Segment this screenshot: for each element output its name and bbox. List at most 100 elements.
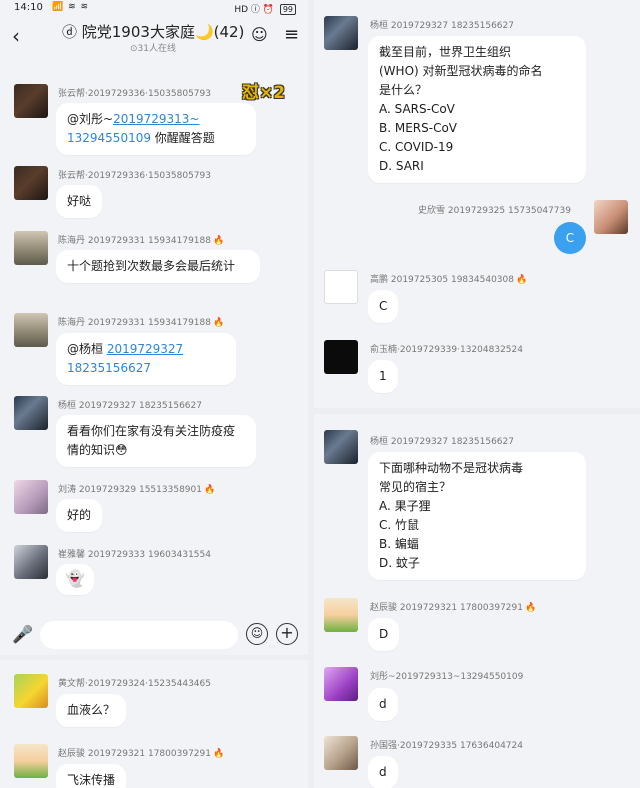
mention-prefix: @刘彤~	[67, 112, 114, 126]
message-bubble[interactable]: 血液么？	[56, 694, 127, 727]
group-hat-icon[interactable]: ☺	[251, 25, 268, 44]
avatar[interactable]	[14, 744, 48, 778]
quiz-option: B. MERS-CoV	[379, 121, 458, 135]
fire-icon: 🔥	[515, 275, 528, 285]
plus-icon[interactable]: +	[276, 623, 298, 645]
sender-name: 孙国强·2019729335 17636404724	[370, 741, 523, 751]
avatar[interactable]	[324, 598, 358, 632]
fire-icon: 🔥	[524, 603, 537, 613]
avatar[interactable]	[14, 545, 48, 579]
message-bubble[interactable]: 好的	[56, 499, 103, 532]
emoji-icon[interactable]: ☺	[246, 623, 268, 645]
sender-name: 赵辰骏 2019729321 17800397291 🔥	[58, 746, 224, 759]
quiz-option: B. 蝙蝠	[379, 537, 419, 551]
avatar[interactable]	[324, 736, 358, 770]
sender-name: 杨桓 2019729327 18235156627	[370, 437, 514, 447]
status-right-icons: HD ⓘ ⏰	[234, 5, 277, 15]
message-bubble[interactable]: D	[368, 618, 400, 651]
message-text: d	[379, 697, 387, 711]
chat-panel-right-bottom: 杨桓 2019729327 18235156627 下面哪种动物不是冠状病毒 常…	[314, 414, 640, 788]
message-bubble[interactable]: @杨桓 2019729327 18235156627	[56, 333, 236, 385]
message-bubble[interactable]: 飞沫传播	[56, 764, 127, 788]
sender-name: 陈海丹 2019729331 15934179188 🔥	[58, 233, 224, 246]
mention-prefix: @杨桓	[67, 342, 107, 356]
chat-panel-left: 14:10 📶 ≋ ≋ HD ⓘ ⏰ 99 ‹ ⓓ 院党1903大家庭🌙(42)…	[0, 0, 308, 655]
fire-icon: 🔥	[203, 485, 216, 495]
phone-link[interactable]: 13294550109	[67, 131, 151, 145]
quiz-line: 常见的宿主？	[379, 480, 452, 494]
message-input[interactable]	[40, 621, 238, 649]
avatar[interactable]	[14, 674, 48, 708]
message-text: D	[379, 627, 389, 641]
quiz-option: A. SARS-CoV	[379, 102, 455, 116]
avatar[interactable]	[14, 396, 48, 430]
back-icon[interactable]: ‹	[12, 24, 20, 48]
message-bubble[interactable]: d	[368, 688, 398, 721]
chat-panel-right-top: 杨桓 2019729327 18235156627 截至目前，世界卫生组织 (W…	[314, 0, 640, 408]
mention-link[interactable]: 2019729313~	[113, 112, 199, 126]
avatar[interactable]	[14, 231, 48, 265]
avatar[interactable]	[14, 480, 48, 514]
sender-name: 刘彤~2019729313~13294550109	[370, 672, 524, 682]
quiz-option: D. 蚊子	[379, 556, 420, 570]
mention-link[interactable]: 2019729327	[107, 342, 183, 356]
message-bubble[interactable]: 看看你们在家有没有关注防疫疫情的知识😳	[56, 415, 256, 467]
avatar[interactable]	[14, 313, 48, 347]
own-message-bubble[interactable]: C	[554, 222, 586, 254]
status-icons: HD ⓘ ⏰ 99	[234, 2, 296, 15]
sender-name-text: 赵辰骏 2019729321 17800397291	[370, 603, 523, 613]
online-count: ⊙31人在线	[130, 44, 176, 54]
sender-name-text: 高鹏 2019725305 19834540308	[370, 275, 514, 285]
sender-name: 高鹏 2019725305 19834540308 🔥	[370, 272, 527, 285]
message-text: C	[379, 299, 388, 313]
avatar[interactable]	[324, 16, 358, 50]
message-text: 血液么？	[67, 703, 116, 717]
quiz-question-bubble[interactable]: 下面哪种动物不是冠状病毒 常见的宿主？ A. 果子狸 C. 竹鼠 B. 蝙蝠 D…	[368, 452, 586, 580]
menu-icon[interactable]: ≡	[284, 24, 299, 45]
status-bar: 14:10 📶 ≋ ≋ HD ⓘ ⏰ 99	[0, 0, 308, 18]
quiz-option: C. COVID-19	[379, 140, 454, 154]
own-avatar[interactable]	[594, 200, 628, 234]
message-text: 你醒醒答题	[150, 131, 215, 145]
microphone-icon[interactable]: 🎤	[12, 625, 33, 645]
message-bubble[interactable]: @刘彤~2019729313~ 13294550109 你醒醒答题	[56, 103, 256, 155]
avatar[interactable]	[324, 430, 358, 464]
message-bubble[interactable]: d	[368, 756, 398, 788]
fire-icon: 🔥	[212, 749, 225, 759]
message-text: C	[565, 231, 575, 245]
avatar[interactable]	[14, 166, 48, 200]
quiz-line: (WHO) 对新型冠状病毒的命名	[379, 64, 543, 78]
quiz-line: 截至目前，世界卫生组织	[379, 45, 512, 59]
chat-panel-left-bottom: 黄文帮·2019729324·15235443465 血液么？ 赵辰骏 2019…	[0, 660, 308, 788]
quiz-option: C. 竹鼠	[379, 518, 420, 532]
flushed-emoji-icon: 😳	[115, 443, 128, 457]
signal-icon: 📶 ≋ ≋	[52, 2, 90, 12]
sender-name: 俞玉楠·2019729339·13204832524	[370, 345, 523, 355]
message-bubble[interactable]: C	[368, 290, 399, 323]
sender-name: 杨桓 2019729327 18235156627	[58, 401, 202, 411]
fire-icon: 🔥	[212, 318, 225, 328]
avatar[interactable]	[324, 340, 358, 374]
avatar[interactable]	[324, 270, 358, 304]
phone-link[interactable]: 18235156627	[67, 361, 151, 375]
message-bubble[interactable]: 好哒	[56, 185, 103, 218]
quiz-line: 下面哪种动物不是冠状病毒	[379, 461, 524, 475]
sender-name-text: 赵辰骏 2019729321 17800397291	[58, 749, 211, 759]
quiz-question-bubble[interactable]: 截至目前，世界卫生组织 (WHO) 对新型冠状病毒的命名 是什么？ A. SAR…	[368, 36, 586, 183]
ghost-sticker-icon: 👻	[65, 569, 85, 588]
message-bubble[interactable]: 👻	[56, 564, 94, 595]
message-bubble[interactable]: 十个题抢到次数最多会最后统计	[56, 250, 260, 283]
sender-name: 崔雅馨 2019729333 19603431554	[58, 550, 211, 560]
message-text: 1	[379, 369, 387, 383]
status-time: 14:10	[14, 2, 43, 13]
sender-name-text: 陈海丹 2019729331 15934179188	[58, 318, 211, 328]
sender-name: 黄文帮·2019729324·15235443465	[58, 679, 211, 689]
message-bubble[interactable]: 1	[368, 360, 398, 393]
sender-name-text: 陈海丹 2019729331 15934179188	[58, 236, 211, 246]
avatar[interactable]	[14, 84, 48, 118]
group-title: ⓓ 院党1903大家庭🌙(42)	[62, 23, 245, 41]
sender-name: 赵辰骏 2019729321 17800397291 🔥	[370, 600, 536, 613]
chat-header: ‹ ⓓ 院党1903大家庭🌙(42) ⊙31人在线 ☺ ≡	[0, 18, 308, 56]
message-text: 看看你们在家有没有关注防疫疫情的知识	[67, 424, 236, 457]
avatar[interactable]	[324, 667, 358, 701]
